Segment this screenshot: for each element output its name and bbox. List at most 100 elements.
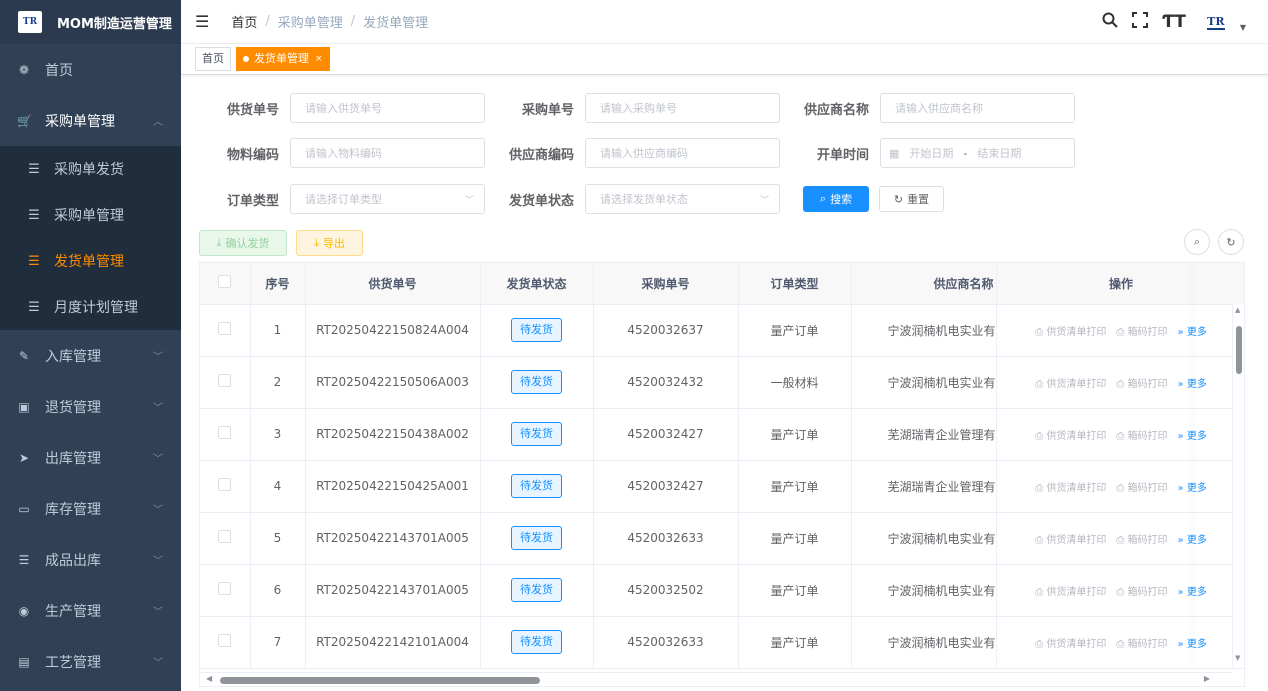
horizontal-scrollbar[interactable]: ◀ ▶ xyxy=(200,672,1232,686)
date-range-picker[interactable]: ▦ 开始日期 - 结束日期 xyxy=(880,138,1075,168)
confirm-ship-button[interactable]: ⤓ 确认发货 xyxy=(199,230,287,256)
print-box-link[interactable]: ⎙ 箱码打印 xyxy=(1116,635,1167,650)
more-link[interactable]: » 更多 xyxy=(1178,531,1207,546)
order-type-select[interactable]: 请选择订单类型 ﹀ xyxy=(290,184,485,214)
record-icon: ◉ xyxy=(18,603,30,618)
double-chevron-right-icon: » xyxy=(1177,430,1184,442)
double-chevron-right-icon: » xyxy=(1177,326,1184,338)
brand: TR MOM制造运营管理 xyxy=(0,0,181,44)
label-open-time: 开单时间 xyxy=(816,148,869,163)
print-box-link[interactable]: ⎙ 箱码打印 xyxy=(1116,583,1167,598)
submenu-item-1[interactable]: ☰ 采购单管理 xyxy=(0,192,181,238)
more-link[interactable]: » 更多 xyxy=(1178,323,1207,338)
ship-status-select[interactable]: 请选择发货单状态 ﹀ xyxy=(585,184,780,214)
scroll-left-icon[interactable]: ◀ xyxy=(206,674,212,683)
col-index: 序号 xyxy=(250,263,306,305)
sidebar-item-2[interactable]: ✎ 入库管理 ﹀ xyxy=(0,330,181,381)
print-list-link[interactable]: ⎙ 供货清单打印 xyxy=(1035,323,1106,338)
avatar[interactable]: TR xyxy=(1200,9,1232,35)
purchase-no-input[interactable]: 请输入采购单号 xyxy=(585,93,780,123)
material-code-input[interactable]: 请输入物料编码 xyxy=(290,138,485,168)
table-row[interactable]: 3 RT20250422150438A002 待发货 4520032427 量产订单 芜湖… xyxy=(200,408,1244,461)
label-supplier-name: 供应商名称 xyxy=(803,103,869,118)
more-link[interactable]: » 更多 xyxy=(1178,583,1207,598)
select-all-checkbox[interactable] xyxy=(200,263,251,305)
caret-down-icon[interactable]: ▼ xyxy=(1240,23,1246,32)
print-list-link[interactable]: ⎙ 供货清单打印 xyxy=(1035,635,1106,650)
row-checkbox[interactable] xyxy=(200,616,251,669)
cell-index: 4 xyxy=(250,460,306,513)
tag-active[interactable]: 发货单管理 × xyxy=(236,47,330,71)
sidebar-item-4[interactable]: ➤ 出库管理 ﹀ xyxy=(0,432,181,483)
menu-toggle-icon[interactable]: ☰ xyxy=(195,12,209,31)
printer-icon: ⎙ xyxy=(1116,378,1125,390)
cell-supply-no: RT20250422143701A005 xyxy=(305,564,481,617)
print-box-link[interactable]: ⎙ 箱码打印 xyxy=(1116,531,1167,546)
scroll-right-icon[interactable]: ▶ xyxy=(1204,674,1210,683)
sidebar-item-5[interactable]: ▭ 库存管理 ﹀ xyxy=(0,483,181,534)
print-list-link[interactable]: ⎙ 供货清单打印 xyxy=(1035,531,1106,546)
row-checkbox[interactable] xyxy=(200,564,251,617)
submenu-item-2[interactable]: ☰ 发货单管理 xyxy=(0,238,181,284)
print-list-link[interactable]: ⎙ 供货清单打印 xyxy=(1035,375,1106,390)
supply-no-input[interactable]: 请输入供货单号 xyxy=(290,93,485,123)
col-supply-no: 供货单号 xyxy=(305,263,481,305)
fullscreen-icon[interactable] xyxy=(1132,12,1149,32)
row-checkbox[interactable] xyxy=(200,460,251,513)
print-box-link[interactable]: ⎙ 箱码打印 xyxy=(1116,427,1167,442)
sidebar-item-3[interactable]: ▣ 退货管理 ﹀ xyxy=(0,381,181,432)
sidebar-item-0[interactable]: ❁ 首页 xyxy=(0,44,181,95)
sidebar-item-label: 出库管理 xyxy=(45,450,101,467)
sidebar-item-8[interactable]: ▤ 工艺管理 ﹀ xyxy=(0,636,181,687)
supplier-name-input[interactable]: 请输入供应商名称 xyxy=(880,93,1075,123)
label-order-type: 订单类型 xyxy=(226,194,279,209)
close-icon[interactable]: × xyxy=(315,48,323,70)
table-row[interactable]: 4 RT20250422150425A001 待发货 4520032427 量产订单 芜湖… xyxy=(200,460,1244,513)
cell-order-type: 量产订单 xyxy=(738,564,852,617)
refresh-icon: ↻ xyxy=(893,192,904,206)
table-row[interactable]: 1 RT20250422150824A004 待发货 4520032637 量产订单 宁波… xyxy=(200,304,1244,357)
row-checkbox[interactable] xyxy=(200,304,251,357)
search-button[interactable]: ⌕ 搜索 xyxy=(803,186,869,212)
row-checkbox[interactable] xyxy=(200,408,251,461)
more-link[interactable]: » 更多 xyxy=(1178,635,1207,650)
export-button[interactable]: ⤓ 导出 xyxy=(296,230,363,256)
print-list-link[interactable]: ⎙ 供货清单打印 xyxy=(1035,427,1106,442)
sidebar-item-7[interactable]: ◉ 生产管理 ﹀ xyxy=(0,585,181,636)
print-box-link[interactable]: ⎙ 箱码打印 xyxy=(1116,479,1167,494)
print-list-link[interactable]: ⎙ 供货清单打印 xyxy=(1035,479,1106,494)
sidebar: TR MOM制造运营管理 ❁ 首页 🛒 采购单管理 ︿ ☰ 采购单发货 ☰ 采购单管理 ☰ 发货单管… xyxy=(0,0,181,691)
more-link[interactable]: » 更多 xyxy=(1178,479,1207,494)
chevron-up-icon: ︿ xyxy=(153,117,163,128)
date-end[interactable]: 结束日期 xyxy=(977,145,1021,161)
supplier-code-input[interactable]: 请输入供应商编码 xyxy=(585,138,780,168)
date-start[interactable]: 开始日期 xyxy=(909,145,953,161)
search-icon[interactable] xyxy=(1102,12,1118,32)
reset-button[interactable]: ↻ 重置 xyxy=(879,186,944,212)
submenu-item-0[interactable]: ☰ 采购单发货 xyxy=(0,146,181,192)
breadcrumb-home[interactable]: 首页 xyxy=(231,12,257,31)
table-row[interactable]: 2 RT20250422150506A003 待发货 4520032432 一般材料 宁波… xyxy=(200,356,1244,409)
sidebar-item-label: 退货管理 xyxy=(45,399,101,416)
table-row[interactable]: 6 RT20250422143701A005 待发货 4520032502 量产订单 宁波… xyxy=(200,564,1244,617)
vertical-scrollbar[interactable]: ▲ ▼ xyxy=(1232,304,1244,666)
tag-home[interactable]: 首页 xyxy=(195,47,231,71)
row-checkbox[interactable] xyxy=(200,512,251,565)
active-dot-icon xyxy=(243,56,249,62)
table-row[interactable]: 5 RT20250422143701A005 待发货 4520032633 量产订单 宁波… xyxy=(200,512,1244,565)
print-list-link[interactable]: ⎙ 供货清单打印 xyxy=(1035,583,1106,598)
sidebar-item-6[interactable]: ☰ 成品出库 ﹀ xyxy=(0,534,181,585)
scroll-up-icon[interactable]: ▲ xyxy=(1235,306,1240,314)
font-size-icon[interactable]: ƬT xyxy=(1162,12,1186,32)
more-link[interactable]: » 更多 xyxy=(1178,375,1207,390)
more-link[interactable]: » 更多 xyxy=(1178,427,1207,442)
sidebar-item-1[interactable]: 🛒 采购单管理 ︿ xyxy=(0,95,181,146)
toggle-search-button[interactable]: ⌕ xyxy=(1184,229,1210,255)
print-box-link[interactable]: ⎙ 箱码打印 xyxy=(1116,375,1167,390)
submenu-item-3[interactable]: ☰ 月度计划管理 xyxy=(0,284,181,330)
row-checkbox[interactable] xyxy=(200,356,251,409)
table-row[interactable]: 7 RT20250422142101A004 待发货 4520032633 量产订单 宁波… xyxy=(200,616,1244,669)
print-box-link[interactable]: ⎙ 箱码打印 xyxy=(1116,323,1167,338)
refresh-button[interactable]: ↻ xyxy=(1218,229,1244,255)
scroll-down-icon[interactable]: ▼ xyxy=(1235,654,1240,662)
